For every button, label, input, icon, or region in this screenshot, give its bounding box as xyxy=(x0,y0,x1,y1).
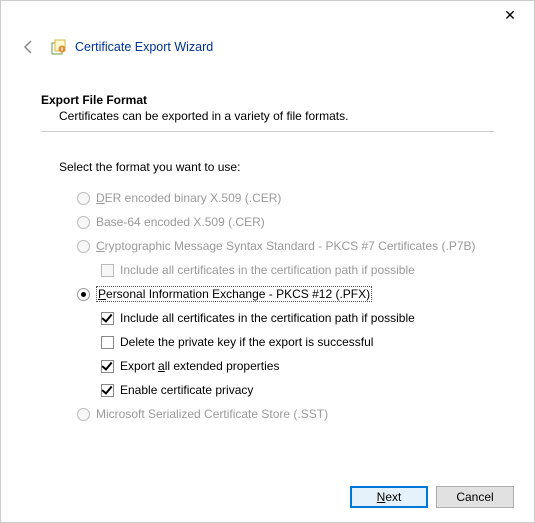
check-pfx-include-chain[interactable] xyxy=(101,312,114,325)
label-pfx[interactable]: Personal Information Exchange - PKCS #12… xyxy=(96,286,372,302)
radio-sst xyxy=(77,408,90,421)
format-prompt: Select the format you want to use: xyxy=(59,160,494,174)
radio-p7b xyxy=(77,240,90,253)
section-description: Certificates can be exported in a variet… xyxy=(59,109,494,123)
label-p7b: Cryptographic Message Syntax Standard - … xyxy=(96,239,476,253)
check-pfx-extended-props[interactable] xyxy=(101,360,114,373)
radio-pfx[interactable] xyxy=(77,288,90,301)
wizard-icon xyxy=(51,39,67,55)
check-pfx-cert-privacy[interactable] xyxy=(101,384,114,397)
check-p7b-include xyxy=(101,264,114,277)
label-p7b-include: Include all certificates in the certific… xyxy=(120,263,415,277)
label-pfx-delete-key[interactable]: Delete the private key if the export is … xyxy=(120,335,373,349)
label-pfx-extended-props[interactable]: Export all extended properties xyxy=(120,359,279,373)
cancel-button[interactable]: Cancel xyxy=(436,486,514,508)
next-button[interactable]: Next xyxy=(350,486,428,508)
label-sst: Microsoft Serialized Certificate Store (… xyxy=(96,407,328,421)
divider xyxy=(41,131,494,132)
label-base64: Base-64 encoded X.509 (.CER) xyxy=(96,215,265,229)
label-der: DER encoded binary X.509 (.CER) xyxy=(96,191,281,205)
radio-der xyxy=(77,192,90,205)
label-pfx-cert-privacy[interactable]: Enable certificate privacy xyxy=(120,383,253,397)
back-button[interactable] xyxy=(19,37,39,57)
radio-base64 xyxy=(77,216,90,229)
close-button[interactable]: ✕ xyxy=(490,3,530,27)
section-heading: Export File Format xyxy=(41,93,494,107)
check-pfx-delete-key[interactable] xyxy=(101,336,114,349)
label-pfx-include-chain[interactable]: Include all certificates in the certific… xyxy=(120,311,415,325)
wizard-title: Certificate Export Wizard xyxy=(75,40,213,54)
